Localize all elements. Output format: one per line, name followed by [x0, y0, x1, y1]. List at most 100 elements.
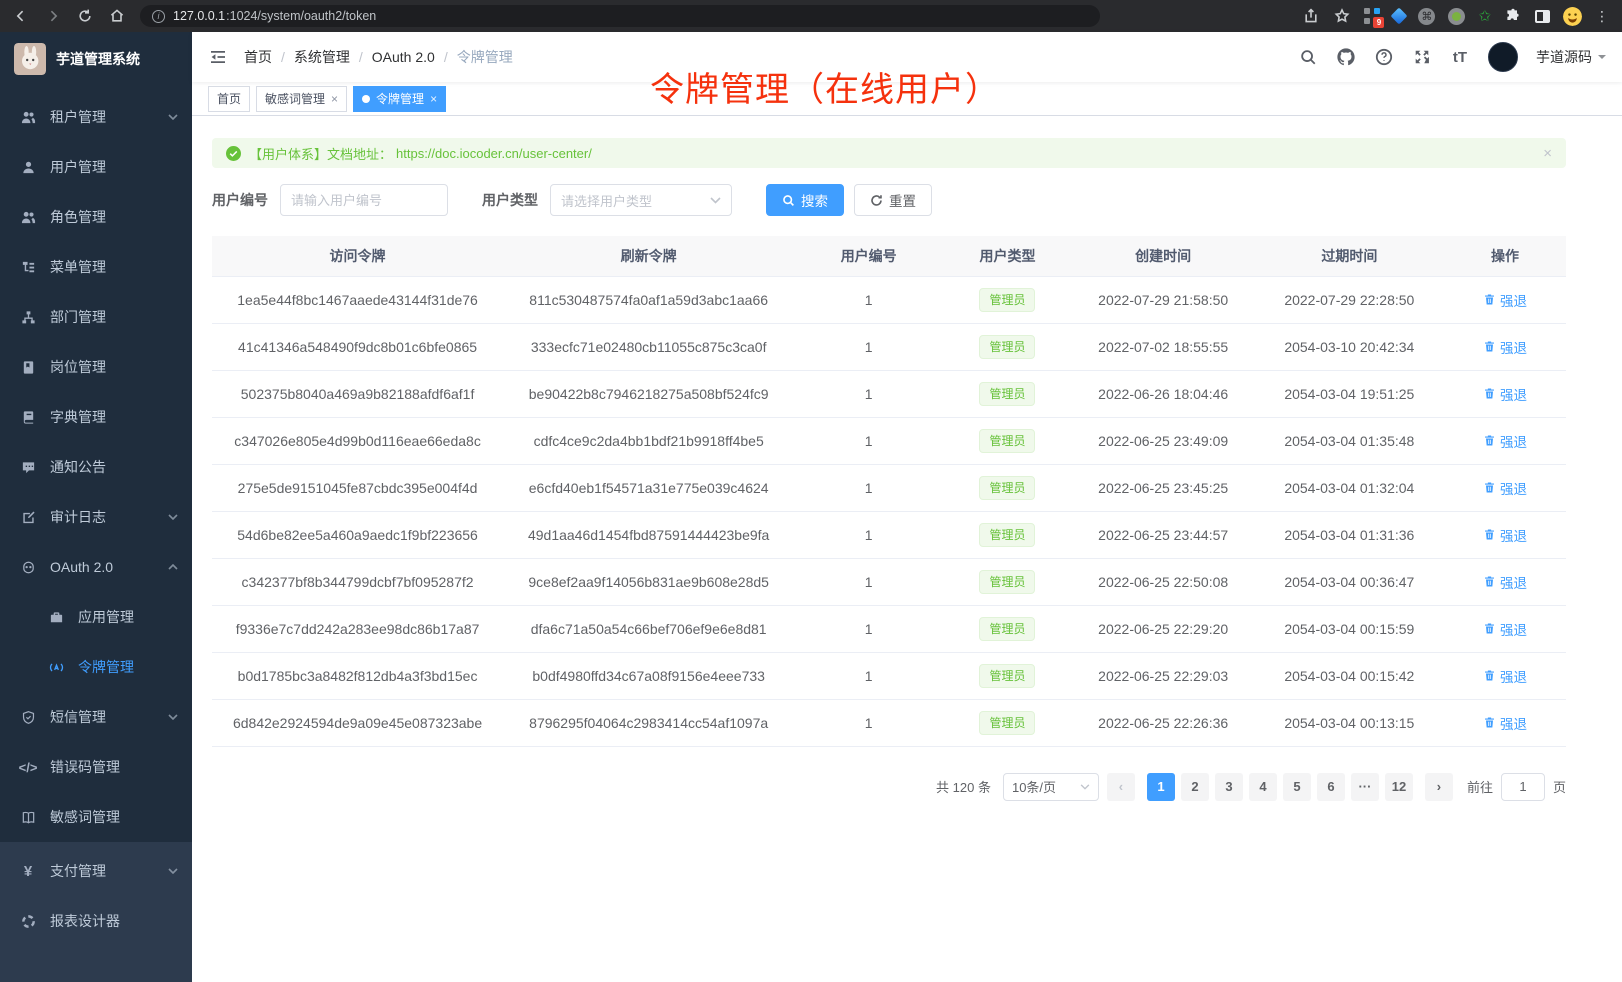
extensions-puzzle-icon[interactable] [1504, 7, 1522, 25]
command-extension-icon[interactable]: ⌘ [1418, 8, 1435, 25]
help-icon[interactable] [1374, 47, 1394, 67]
trash-icon [1483, 528, 1496, 541]
force-logout-link[interactable]: 强退 [1483, 478, 1527, 498]
sidebar-item-user[interactable]: 用户管理 [0, 142, 192, 192]
sidebar-item-audit[interactable]: 审计日志 [0, 492, 192, 542]
sidebar-item-tenant[interactable]: 租户管理 [0, 92, 192, 142]
force-logout-link[interactable]: 强退 [1483, 525, 1527, 545]
user-type-select[interactable]: 请选择用户类型 [550, 184, 732, 216]
breadcrumb-item[interactable]: OAuth 2.0 [372, 49, 435, 65]
force-logout-link[interactable]: 强退 [1483, 384, 1527, 404]
user-id-cell: 1 [794, 699, 943, 746]
sidebar-item-label: OAuth 2.0 [50, 559, 113, 575]
breadcrumb-item[interactable]: 系统管理 [294, 47, 350, 67]
home-icon[interactable] [108, 7, 126, 25]
sidebar-item-oauth-app[interactable]: 应用管理 [0, 592, 192, 642]
page-button[interactable]: 1 [1147, 773, 1175, 801]
tab-token-management[interactable]: 令牌管理× [353, 86, 446, 112]
table-row: b0d1785bc3a8482f812db4a3f3bd15ecb0df4980… [212, 652, 1566, 699]
goto-label: 前往 [1467, 777, 1493, 796]
refresh-token-cell: 811c530487574fa0af1a59d3abc1aa66 [503, 276, 794, 323]
dot-extension-icon[interactable] [1448, 8, 1465, 25]
user-menu[interactable]: 芋道源码 [1536, 47, 1606, 67]
force-logout-link[interactable]: 强退 [1483, 666, 1527, 686]
chevron-down-icon [168, 868, 178, 874]
browser-menu-icon[interactable]: ⋮ [1595, 8, 1610, 25]
address-bar[interactable]: i 127.0.0.1:1024/system/oauth2/token [140, 5, 1100, 27]
sidebar-item-sensitive[interactable]: 敏感词管理 [0, 792, 192, 842]
sidebar-item-oauth[interactable]: OAuth 2.0 [0, 542, 192, 592]
created-time-cell: 2022-06-25 23:45:25 [1072, 464, 1255, 511]
sidebar-item-report[interactable]: 报表设计器 [0, 896, 192, 946]
reload-icon[interactable] [76, 7, 94, 25]
forward-icon[interactable] [44, 7, 62, 25]
star-extension-icon[interactable]: ✩ [1478, 9, 1491, 24]
sidebar-item-oauth-token[interactable]: 令牌管理 [0, 642, 192, 692]
bookmark-star-icon[interactable] [1333, 7, 1351, 25]
goto-page-input[interactable] [1501, 773, 1545, 801]
total-count: 共 120 条 [936, 777, 991, 796]
page-button[interactable]: 12 [1385, 773, 1413, 801]
sidebar-item-notice[interactable]: 通知公告 [0, 442, 192, 492]
next-page-button[interactable]: › [1425, 773, 1453, 801]
sidebar-fold-icon[interactable] [208, 47, 228, 67]
fullscreen-icon[interactable] [1412, 47, 1432, 67]
sidebar-item-pay[interactable]: ¥ 支付管理 [0, 846, 192, 896]
force-logout-link[interactable]: 强退 [1483, 572, 1527, 592]
sidebar-item-dict[interactable]: 字典管理 [0, 392, 192, 442]
page-button[interactable]: 3 [1215, 773, 1243, 801]
user-type-tag: 管理员 [979, 382, 1035, 406]
access-token-cell: 1ea5e44f8bc1467aaede43144f31de76 [212, 276, 503, 323]
font-size-icon[interactable]: tT [1450, 47, 1470, 67]
sidebar-item-menu[interactable]: 菜单管理 [0, 242, 192, 292]
page-button[interactable]: 4 [1249, 773, 1277, 801]
close-icon[interactable]: × [430, 92, 437, 106]
expire-time-cell: 2054-03-04 00:36:47 [1255, 558, 1445, 605]
user-avatar[interactable] [1488, 42, 1518, 72]
tab-sensitive-words[interactable]: 敏感词管理× [256, 86, 347, 112]
access-token-cell: 41c41346a548490f9dc8b01c6bfe0865 [212, 323, 503, 370]
github-icon[interactable] [1336, 47, 1356, 67]
sidebar-item-dept[interactable]: 部门管理 [0, 292, 192, 342]
sidebar-item-errcode[interactable]: </> 错误码管理 [0, 742, 192, 792]
page-size-select[interactable]: 10条/页 [1003, 773, 1099, 801]
search-icon[interactable] [1298, 47, 1318, 67]
reset-button[interactable]: 重置 [854, 184, 932, 216]
trash-icon [1483, 434, 1496, 447]
browser-profile-avatar[interactable] [1563, 7, 1582, 26]
page-button[interactable]: 5 [1283, 773, 1311, 801]
split-screen-icon[interactable] [1535, 10, 1550, 23]
search-button[interactable]: 搜索 [766, 184, 844, 216]
access-token-cell: b0d1785bc3a8482f812db4a3f3bd15ec [212, 652, 503, 699]
page-button[interactable]: 6 [1317, 773, 1345, 801]
breadcrumb-separator: / [444, 49, 448, 65]
share-icon[interactable] [1302, 7, 1320, 25]
sidebar-item-sms[interactable]: 短信管理 [0, 692, 192, 742]
back-icon[interactable] [12, 7, 30, 25]
created-time-cell: 2022-06-25 22:26:36 [1072, 699, 1255, 746]
logo-rabbit-image [14, 43, 46, 75]
alert-close-icon[interactable]: × [1543, 145, 1552, 162]
token-table: 访问令牌 刷新令牌 用户编号 用户类型 创建时间 过期时间 操作 1ea5e44… [212, 236, 1566, 747]
tab-home[interactable]: 首页 [208, 86, 250, 112]
refresh-token-cell: 9ce8ef2aa9f14056b831ae9b608e28d5 [503, 558, 794, 605]
force-logout-link[interactable]: 强退 [1483, 337, 1527, 357]
force-logout-link[interactable]: 强退 [1483, 290, 1527, 310]
gem-extension-icon[interactable] [1391, 8, 1408, 25]
force-logout-link[interactable]: 强退 [1483, 431, 1527, 451]
app-logo[interactable]: 芋道管理系统 [0, 32, 192, 86]
sidebar-item-role[interactable]: 角色管理 [0, 192, 192, 242]
page-button[interactable]: 2 [1181, 773, 1209, 801]
sidebar-item-post[interactable]: 岗位管理 [0, 342, 192, 392]
user-id-input[interactable] [280, 184, 448, 216]
doc-link[interactable]: https://doc.iocoder.cn/user-center/ [396, 146, 592, 161]
site-info-icon[interactable]: i [152, 10, 165, 23]
extension-grid-icon[interactable]: 9 [1364, 8, 1380, 24]
page-ellipsis-button[interactable]: ··· [1351, 773, 1379, 801]
prev-page-button[interactable]: ‹ [1107, 773, 1135, 801]
alert-text: 【用户体系】文档地址： [249, 144, 392, 163]
force-logout-link[interactable]: 强退 [1483, 619, 1527, 639]
breadcrumb-item[interactable]: 首页 [244, 47, 272, 67]
close-icon[interactable]: × [331, 92, 338, 106]
force-logout-link[interactable]: 强退 [1483, 713, 1527, 733]
